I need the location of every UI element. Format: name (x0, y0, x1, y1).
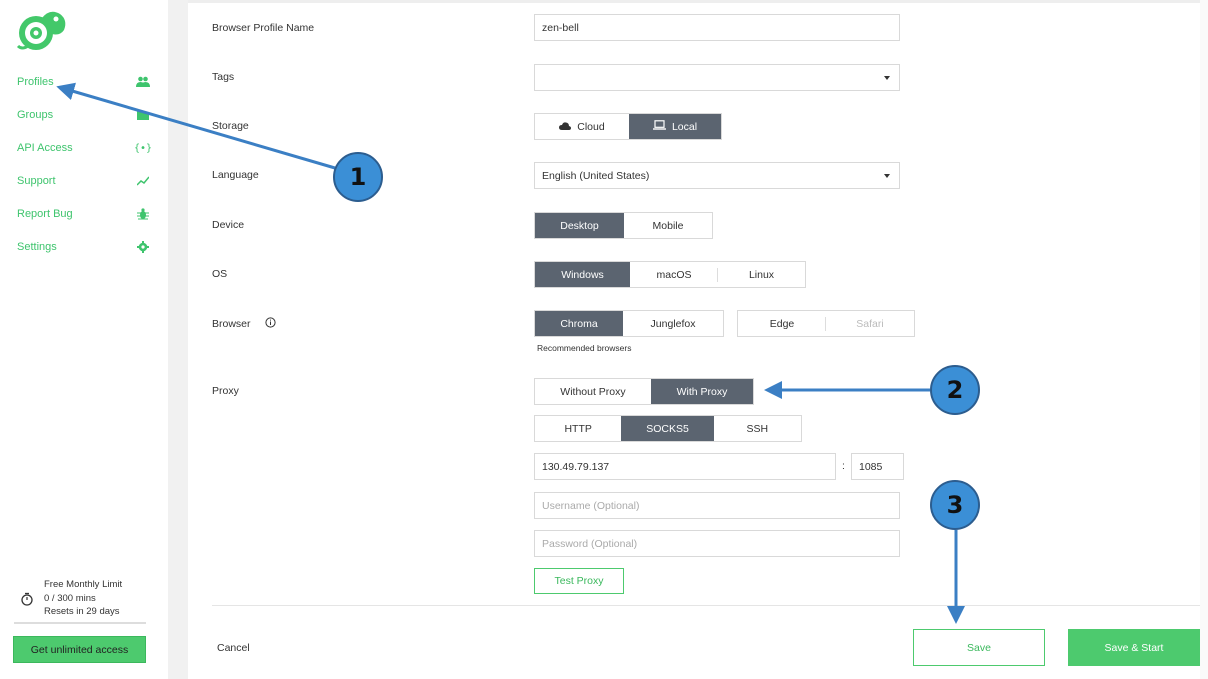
folder-icon (136, 108, 150, 122)
limit-usage: 0 / 300 mins (44, 592, 96, 604)
os-windows-button[interactable]: Windows (535, 262, 630, 287)
cancel-button[interactable]: Cancel (217, 642, 250, 654)
browser-label-row: Browser (212, 317, 276, 331)
browser-label: Browser (212, 318, 251, 330)
proxy-mode-toggle: Without Proxy With Proxy (534, 378, 754, 405)
get-unlimited-access-button[interactable]: Get unlimited access (13, 636, 146, 663)
sidebar-item-label: API Access (17, 142, 73, 154)
browser-junglefox-button[interactable]: Junglefox (623, 311, 723, 336)
proxy-password-input[interactable]: Password (Optional) (534, 530, 900, 557)
storage-toggle: Cloud Local (534, 113, 722, 140)
os-label: OS (212, 268, 228, 280)
limit-title: Free Monthly Limit (44, 579, 123, 590)
storage-option-label: Cloud (577, 120, 605, 133)
profile-name-input[interactable]: zen-bell (534, 14, 900, 41)
with-proxy-button[interactable]: With Proxy (650, 379, 753, 404)
chameleon-logo-icon[interactable] (14, 6, 70, 52)
trend-icon (136, 174, 150, 188)
language-label: Language (212, 169, 259, 181)
os-option-label: macOS (656, 268, 692, 281)
sidebar-item-label: Settings (17, 241, 57, 253)
cloud-icon (559, 121, 572, 133)
storage-label: Storage (212, 120, 249, 132)
limit-reset: Resets in 29 days (44, 606, 120, 617)
divider (14, 622, 146, 624)
proxy-label: Proxy (212, 385, 239, 397)
sidebar-item-label: Groups (17, 109, 54, 121)
proxy-type-toggle: HTTP SOCKS5 SSH (534, 415, 802, 442)
save-button[interactable]: Save (913, 629, 1045, 666)
test-proxy-button[interactable]: Test Proxy (534, 568, 624, 594)
users-icon (136, 75, 150, 89)
sidebar-item-groups[interactable]: Groups (17, 106, 150, 124)
proxy-http-button[interactable]: HTTP (535, 416, 621, 441)
usage-limit: Free Monthly Limit 0 / 300 mins Resets i… (17, 578, 147, 618)
without-proxy-button[interactable]: Without Proxy (535, 379, 651, 404)
annotation-marker-3: 3 (930, 480, 980, 530)
chevron-down-icon (884, 174, 890, 178)
proxy-username-input[interactable]: Username (Optional) (534, 492, 900, 519)
bug-icon (136, 207, 150, 221)
top-border (188, 0, 1200, 3)
device-desktop-button[interactable]: Desktop (535, 213, 624, 238)
device-mobile-button[interactable]: Mobile (624, 213, 712, 238)
device-toggle: Desktop Mobile (534, 212, 713, 239)
storage-local-button[interactable]: Local (628, 114, 721, 139)
tags-label: Tags (212, 71, 235, 83)
proxy-ssh-button[interactable]: SSH (714, 416, 801, 441)
tags-select[interactable] (534, 64, 900, 91)
sidebar-item-label: Report Bug (17, 208, 73, 220)
save-and-start-button[interactable]: Save & Start (1068, 629, 1200, 666)
laptop-icon (652, 120, 666, 133)
sidebar: Profiles Groups API Access {•} Support R… (0, 0, 160, 679)
chevron-down-icon (884, 76, 890, 80)
braces-icon: {•} (133, 142, 153, 154)
sidebar-item-label: Profiles (17, 76, 54, 88)
info-icon[interactable] (264, 317, 276, 331)
storage-option-label: Local (671, 120, 698, 133)
proxy-socks5-button[interactable]: SOCKS5 (621, 416, 714, 441)
browser-safari-button: Safari (856, 317, 884, 330)
browser-option-label: Edge (769, 317, 795, 330)
sidebar-item-api-access[interactable]: API Access {•} (17, 139, 153, 157)
stopwatch-icon (20, 592, 34, 606)
host-port-separator: : (842, 460, 845, 472)
sidebar-item-profiles[interactable]: Profiles (17, 73, 150, 91)
sidebar-item-settings[interactable]: Settings (17, 238, 150, 256)
sidebar-item-label: Support (17, 175, 56, 187)
os-linux-button[interactable]: Linux (718, 262, 805, 287)
proxy-host-input[interactable]: 130.49.79.137 (534, 453, 836, 480)
gear-icon (136, 240, 150, 254)
browser-chroma-button[interactable]: Chroma (535, 311, 624, 336)
right-gutter (1200, 0, 1208, 679)
sidebar-item-report-bug[interactable]: Report Bug (17, 205, 150, 223)
profile-name-label: Browser Profile Name (212, 22, 315, 34)
browser-recommended-toggle: Chroma Junglefox (534, 310, 724, 337)
sidebar-gutter (168, 0, 188, 679)
footer-divider (212, 605, 1200, 606)
recommended-browsers-note: Recommended browsers (537, 343, 632, 353)
annotation-marker-2: 2 (930, 365, 980, 415)
language-select[interactable]: English (United States) (534, 162, 900, 189)
browser-edge-button[interactable]: Edge (738, 311, 826, 336)
storage-cloud-button[interactable]: Cloud (535, 114, 629, 139)
proxy-port-input[interactable]: 1085 (851, 453, 904, 480)
os-toggle: Windows macOS Linux (534, 261, 806, 288)
language-value: English (United States) (542, 169, 650, 182)
sidebar-item-support[interactable]: Support (17, 172, 150, 190)
annotation-marker-1: 1 (333, 152, 383, 202)
browser-other-toggle: Edge Safari (737, 310, 915, 337)
device-label: Device (212, 219, 245, 231)
os-macos-button[interactable]: macOS (630, 262, 718, 287)
